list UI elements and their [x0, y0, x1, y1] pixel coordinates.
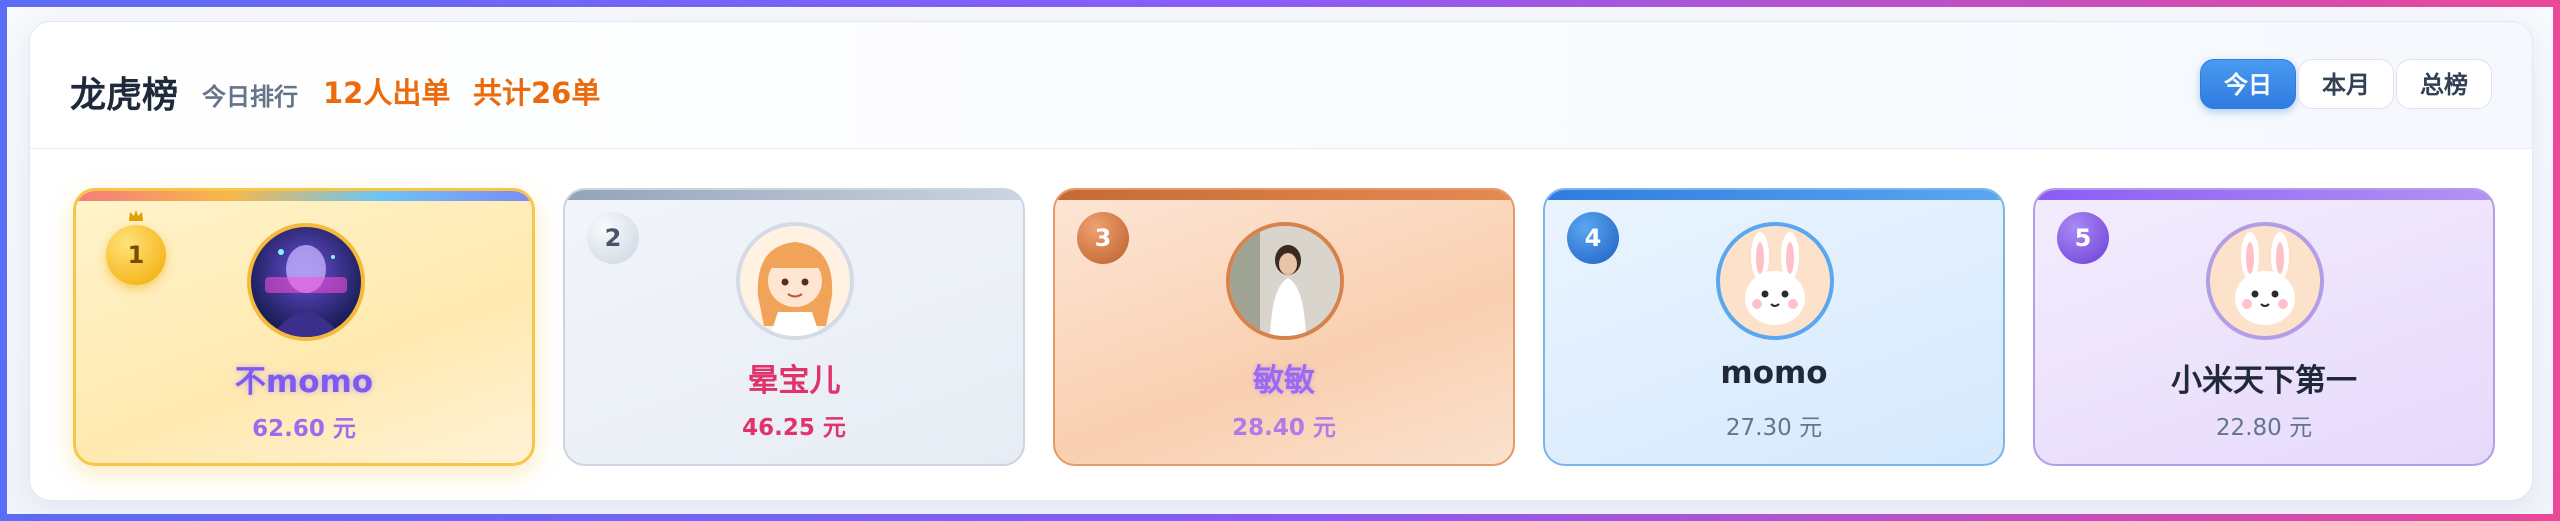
- avatar[interactable]: [736, 222, 854, 340]
- amount: 62.60 元: [252, 416, 356, 442]
- rank-badge: 1: [106, 225, 166, 285]
- amount: 46.25 元: [742, 415, 846, 441]
- rank-card-4[interactable]: 4 momo 27.30 元: [1543, 188, 2005, 466]
- leaderboard-header: 龙虎榜 今日排行 12人出单 共计26单 今日 本月 总榜: [30, 22, 2532, 149]
- bunny-avatar-icon: [2235, 232, 2295, 325]
- amount: 28.40 元: [1232, 415, 1336, 441]
- anime-girl-avatar-icon: [757, 242, 833, 336]
- avatar[interactable]: [1716, 222, 1834, 340]
- total-stat: 共计26单: [473, 76, 601, 110]
- page-title: 龙虎榜: [70, 75, 179, 116]
- tab-total[interactable]: 总榜: [2396, 59, 2492, 109]
- avatar[interactable]: [1226, 222, 1344, 340]
- avatar[interactable]: [247, 223, 365, 341]
- user-name: momo: [1720, 355, 1828, 391]
- rank-card-topbar: [76, 191, 532, 201]
- photo-avatar-icon: [1230, 226, 1340, 336]
- rank-badge: 2: [587, 212, 639, 264]
- user-name: 晕宝儿: [747, 363, 841, 399]
- rank-card-2[interactable]: 2 晕宝儿 46.25 元: [563, 188, 1025, 466]
- rank-card-topbar: [1545, 190, 2003, 200]
- user-name: 敏敏: [1253, 363, 1315, 399]
- rank-badge: 5: [2057, 212, 2109, 264]
- page-frame: 龙虎榜 今日排行 12人出单 共计26单 今日 本月 总榜 1 不momo 62…: [7, 7, 2553, 514]
- rank-card-topbar: [1055, 190, 1513, 200]
- subtitle: 今日排行: [202, 83, 298, 111]
- rank-card-3[interactable]: 3 敏敏 28.40 元: [1053, 188, 1515, 466]
- tab-today[interactable]: 今日: [2200, 59, 2296, 109]
- rank-card-5[interactable]: 5 小米天下第一 22.80 元: [2033, 188, 2495, 466]
- people-stat: 12人出单: [323, 76, 451, 110]
- leaderboard-card: 龙虎榜 今日排行 12人出单 共计26单 今日 本月 总榜 1 不momo 62…: [29, 21, 2533, 501]
- amount: 22.80 元: [2215, 415, 2313, 441]
- rank-card-topbar: [2035, 190, 2493, 200]
- amount: 27.30 元: [1725, 415, 1823, 441]
- avatar[interactable]: [2206, 222, 2324, 340]
- crown-icon: [129, 210, 143, 221]
- rank-card-topbar: [565, 190, 1023, 200]
- user-name: 小米天下第一: [2171, 363, 2357, 399]
- tab-month[interactable]: 本月: [2298, 59, 2394, 109]
- rank-card-1[interactable]: 1 不momo 62.60 元: [73, 188, 535, 466]
- anime-girl-avatar-icon: [265, 245, 347, 337]
- bunny-avatar-icon: [1745, 232, 1805, 325]
- user-name: 不momo: [234, 364, 374, 400]
- rank-badge: 4: [1567, 212, 1619, 264]
- rank-badge: 3: [1077, 212, 1129, 264]
